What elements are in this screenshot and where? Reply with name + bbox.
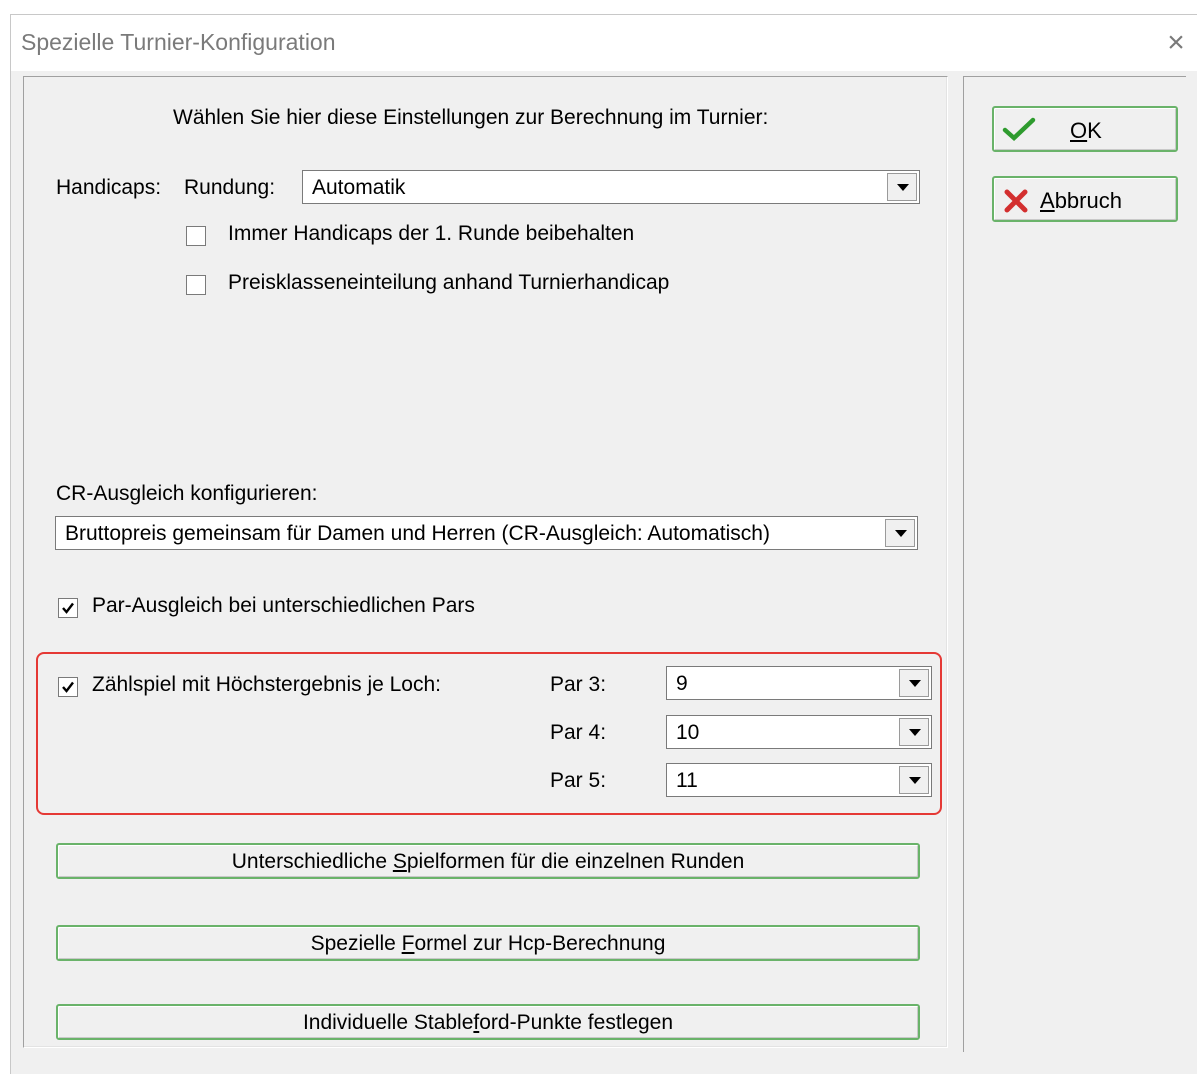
rounding-value: Automatik: [312, 176, 406, 199]
stableford-button-label: Individuelle Stableford-Punkte festlegen: [302, 1011, 674, 1034]
intro-text: Wählen Sie hier diese Einstellungen zur …: [173, 106, 769, 129]
checkmark-icon: [62, 602, 74, 614]
price-class-checkbox[interactable]: [186, 275, 206, 295]
cr-select[interactable]: Bruttopreis gemeinsam für Damen und Herr…: [55, 516, 918, 550]
stableford-button[interactable]: Individuelle Stableford-Punkte festlegen: [56, 1004, 920, 1040]
par-ausgleich-checkbox[interactable]: [58, 598, 78, 618]
window-title: Spezielle Turnier-Konfiguration: [21, 29, 336, 55]
par4-select[interactable]: 10: [666, 715, 932, 749]
keep-first-round-checkbox[interactable]: [186, 226, 206, 246]
par-ausgleich-label: Par-Ausgleich bei unterschiedlichen Pars: [92, 594, 475, 617]
rounding-label: Rundung:: [184, 176, 276, 199]
ok-button-label: OK: [1070, 118, 1102, 143]
cr-value: Bruttopreis gemeinsam für Damen und Herr…: [65, 522, 770, 545]
cr-label: CR-Ausgleich konfigurieren:: [56, 482, 318, 505]
title-bar: Spezielle Turnier-Konfiguration ×: [11, 15, 1197, 71]
par3-label: Par 3:: [550, 673, 607, 696]
par3-value: 9: [676, 672, 688, 695]
chevron-down-icon[interactable]: [899, 766, 929, 794]
abbruch-button-label: Abbruch: [1040, 188, 1122, 213]
checkmark-icon: [62, 681, 74, 693]
price-class-label: Preisklasseneinteilung anhand Turnierhan…: [228, 271, 670, 294]
max-score-checkbox[interactable]: [58, 677, 78, 697]
abbruch-button[interactable]: Abbruch: [992, 176, 1178, 222]
chevron-down-icon[interactable]: [887, 173, 917, 201]
actions-panel: [963, 76, 1186, 1052]
par3-select[interactable]: 9: [666, 666, 932, 700]
par4-value: 10: [676, 721, 700, 744]
chevron-down-icon[interactable]: [899, 669, 929, 697]
keep-first-round-label: Immer Handicaps der 1. Runde beibehalten: [228, 222, 635, 245]
par5-value: 11: [676, 769, 698, 792]
par4-label: Par 4:: [550, 721, 607, 744]
ok-button[interactable]: OK: [992, 106, 1178, 152]
close-icon[interactable]: ×: [1161, 25, 1191, 61]
cancel-icon: [1004, 189, 1028, 213]
par5-select[interactable]: 11: [666, 763, 932, 797]
spielformen-button[interactable]: Unterschiedliche Spielformen für die ein…: [56, 843, 920, 879]
max-score-label: Zählspiel mit Höchstergebnis je Loch:: [92, 673, 442, 696]
spielformen-button-label: Unterschiedliche Spielformen für die ein…: [231, 850, 745, 873]
handicaps-label: Handicaps:: [56, 176, 162, 199]
formel-button[interactable]: Spezielle Formel zur Hcp-Berechnung: [56, 925, 920, 961]
par5-label: Par 5:: [550, 769, 607, 792]
rounding-select[interactable]: Automatik: [302, 170, 920, 204]
checkmark-icon: [1002, 117, 1036, 142]
chevron-down-icon[interactable]: [885, 519, 915, 547]
formel-button-label: Spezielle Formel zur Hcp-Berechnung: [310, 932, 666, 955]
chevron-down-icon[interactable]: [899, 718, 929, 746]
